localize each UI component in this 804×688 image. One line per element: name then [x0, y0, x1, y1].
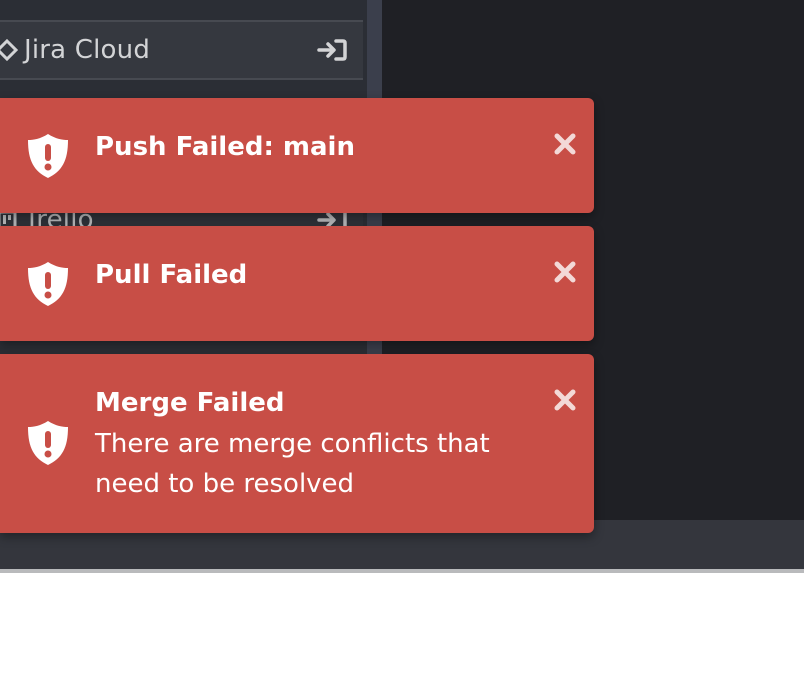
integration-label: Jira Cloud — [24, 35, 151, 65]
close-icon[interactable] — [553, 260, 577, 284]
close-icon[interactable] — [553, 132, 577, 156]
shield-exclamation-icon — [25, 259, 71, 309]
toast-merge-failed: Merge Failed There are merge conflicts t… — [0, 354, 594, 533]
toast-title: Push Failed: main — [95, 132, 355, 162]
shield-exclamation-icon — [25, 418, 71, 468]
toast-title: Merge Failed — [95, 388, 285, 418]
diamond-icon — [0, 39, 18, 61]
toast-pull-failed: Pull Failed — [0, 226, 594, 341]
toast-title: Pull Failed — [95, 260, 248, 290]
integration-jira-cloud[interactable]: Jira Cloud — [0, 20, 363, 80]
toast-push-failed: Push Failed: main — [0, 98, 594, 213]
shield-exclamation-icon — [25, 131, 71, 181]
sign-in-icon[interactable] — [317, 39, 347, 61]
window-bottom-border — [0, 569, 804, 573]
close-icon[interactable] — [553, 388, 577, 412]
toast-message: There are merge conflicts that need to b… — [95, 429, 490, 499]
